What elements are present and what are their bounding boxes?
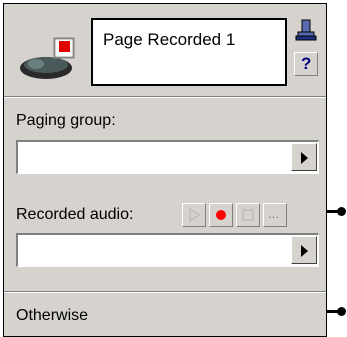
recorded-audio-label: Recorded audio:	[16, 206, 134, 223]
separator	[4, 291, 326, 293]
node-header: Page Recorded 1 ?	[4, 4, 326, 96]
node-title: Page Recorded 1	[103, 30, 236, 49]
browse-label: ...	[268, 206, 279, 221]
output-port-dot[interactable]	[337, 207, 346, 216]
recorded-audio-arrow-button[interactable]	[291, 236, 317, 264]
separator	[4, 96, 326, 98]
help-icon: ?	[301, 54, 312, 73]
record-button[interactable]	[209, 203, 233, 227]
node-panel: Page Recorded 1 ? Paging group: Recorded…	[3, 3, 327, 337]
play-button[interactable]	[182, 203, 206, 227]
browse-button[interactable]: ...	[263, 203, 287, 227]
otherwise-port-dot[interactable]	[337, 307, 346, 316]
pin-icon	[295, 19, 317, 41]
stop-icon	[242, 209, 254, 221]
node-title-field[interactable]: Page Recorded 1	[91, 18, 287, 86]
recorded-audio-field[interactable]	[16, 233, 319, 267]
voice-node-icon	[18, 34, 82, 82]
otherwise-label: Otherwise	[16, 307, 89, 324]
paging-group-field[interactable]	[16, 140, 319, 174]
play-icon	[189, 208, 200, 222]
paging-group-arrow-button[interactable]	[291, 143, 317, 171]
arrow-right-icon	[301, 152, 308, 164]
paging-group-label: Paging group:	[16, 112, 116, 129]
arrow-right-icon	[301, 245, 308, 257]
pin-button[interactable]	[294, 18, 318, 42]
record-icon	[216, 210, 226, 220]
stop-button[interactable]	[236, 203, 260, 227]
help-button[interactable]: ?	[294, 52, 318, 76]
